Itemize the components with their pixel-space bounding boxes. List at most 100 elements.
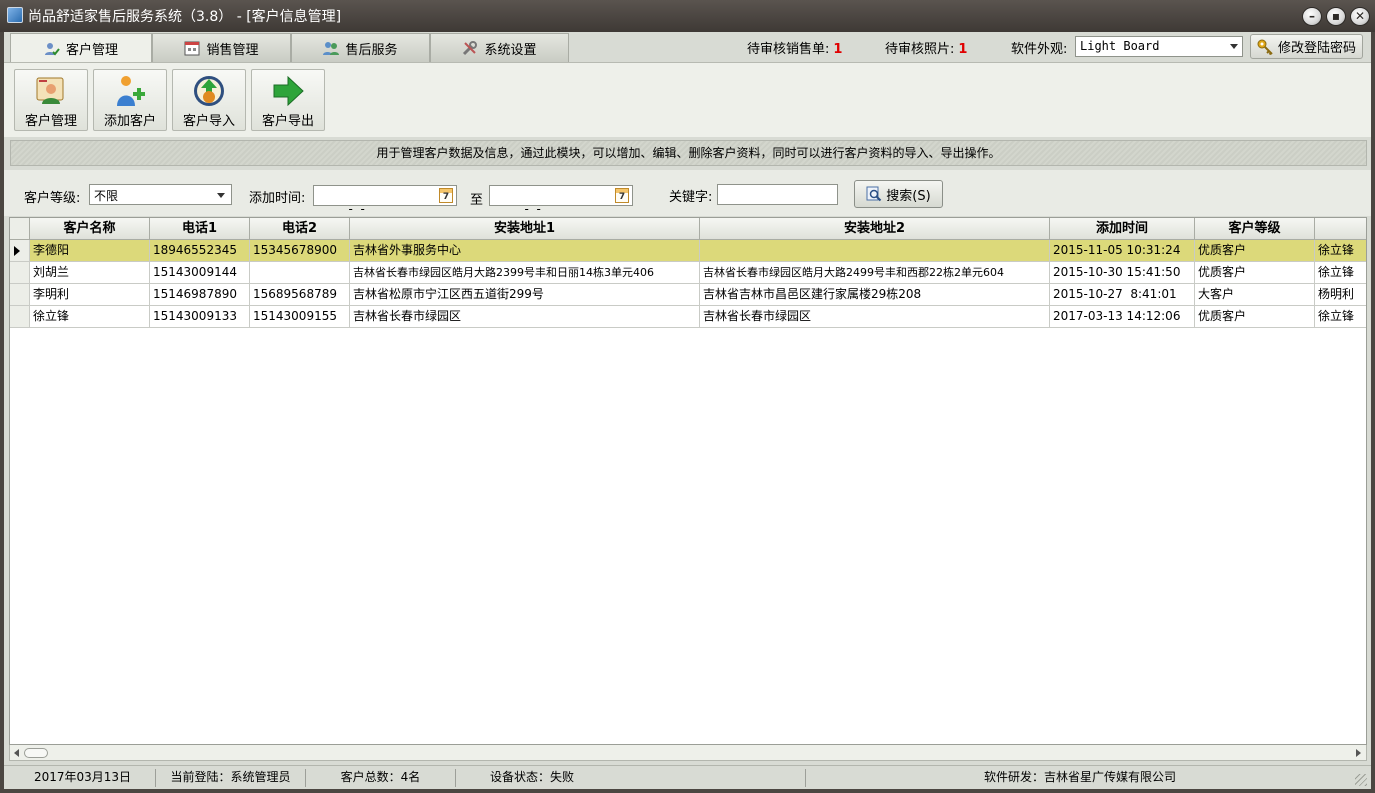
row-selector[interactable] bbox=[10, 284, 30, 306]
import-arrow-icon bbox=[194, 76, 224, 106]
row-selector[interactable] bbox=[10, 240, 30, 262]
customer-table[interactable]: 客户名称 电话1 电话2 安装地址1 安装地址2 添加时间 客户等级 导 李德阳… bbox=[9, 217, 1367, 745]
row-header-corner bbox=[10, 218, 30, 240]
skin-select[interactable]: Light Board bbox=[1075, 36, 1243, 57]
table-row[interactable]: 李德阳 18946552345 15345678900 吉林省外事服务中心 20… bbox=[10, 240, 1366, 262]
column-header-phone1[interactable]: 电话1 bbox=[150, 218, 250, 240]
cell-name[interactable]: 李明利 bbox=[30, 284, 150, 306]
maximize-button[interactable]: ▪ bbox=[1326, 7, 1346, 26]
cell-phone2[interactable] bbox=[250, 262, 350, 284]
cell-partial[interactable]: 徐立锋 bbox=[1315, 262, 1366, 284]
change-password-label: 修改登陆密码 bbox=[1278, 41, 1357, 56]
customer-export-button[interactable]: 客户导出 bbox=[251, 69, 325, 131]
search-button-label: 搜索(S) bbox=[886, 188, 931, 204]
cell-level[interactable]: 大客户 bbox=[1195, 284, 1315, 306]
tab-label: 销售管理 bbox=[206, 42, 259, 58]
scroll-right-arrow-icon[interactable] bbox=[1356, 749, 1361, 757]
cell-add-time[interactable]: 2015-11-05 10:31:24 bbox=[1050, 240, 1195, 262]
calendar-icon[interactable]: 7 bbox=[615, 188, 629, 203]
row-selector[interactable] bbox=[10, 262, 30, 284]
pending-sales-indicator[interactable]: 待审核销售单: 1 bbox=[747, 38, 842, 57]
table-row[interactable]: 李明利 15146987890 15689568789 吉林省松原市宁江区西五道… bbox=[10, 284, 1366, 306]
cell-address1[interactable]: 吉林省松原市宁江区西五道街299号 bbox=[350, 284, 700, 306]
row-selector[interactable] bbox=[10, 306, 30, 328]
cell-phone1[interactable]: 18946552345 bbox=[150, 240, 250, 262]
cell-address2[interactable]: 吉林省长春市绿园区皓月大路2499号丰和西郡22栋2单元604 bbox=[700, 262, 1050, 284]
search-panel: 客户等级: 不限 添加时间: - - 7 至 - - 7 关键字: 搜索(S) bbox=[4, 170, 1371, 216]
cell-address2[interactable] bbox=[700, 240, 1050, 262]
cell-name[interactable]: 刘胡兰 bbox=[30, 262, 150, 284]
cell-address1[interactable]: 吉林省外事服务中心 bbox=[350, 240, 700, 262]
cell-address2[interactable]: 吉林省吉林市昌邑区建行家属楼29栋208 bbox=[700, 284, 1050, 306]
cell-phone1[interactable]: 15143009133 bbox=[150, 306, 250, 328]
customer-card-icon bbox=[36, 77, 64, 104]
skin-label: 软件外观: bbox=[1011, 42, 1068, 57]
column-header-phone2[interactable]: 电话2 bbox=[250, 218, 350, 240]
column-header-address2[interactable]: 安装地址2 bbox=[700, 218, 1050, 240]
toolbar: 客户管理 添加客户 客户导入 客户导出 bbox=[4, 62, 1371, 137]
calendar-icon bbox=[184, 41, 200, 56]
cell-phone2[interactable]: 15143009155 bbox=[250, 306, 350, 328]
tab-after-sales[interactable]: 售后服务 bbox=[291, 33, 430, 62]
close-button[interactable]: ✕ bbox=[1350, 7, 1370, 26]
current-row-pointer-icon bbox=[14, 246, 20, 256]
tab-label: 系统设置 bbox=[484, 42, 537, 58]
date-from-field[interactable]: - - 7 bbox=[313, 185, 457, 216]
column-header-address1[interactable]: 安装地址1 bbox=[350, 218, 700, 240]
keyword-label: 关键字: bbox=[669, 190, 713, 205]
cell-phone1[interactable]: 15143009144 bbox=[150, 262, 250, 284]
pending-photos-count: 1 bbox=[958, 42, 968, 57]
minimize-button[interactable]: – bbox=[1302, 7, 1322, 26]
table-row[interactable]: 徐立锋 15143009133 15143009155 吉林省长春市绿园区 吉林… bbox=[10, 306, 1366, 328]
cell-partial[interactable]: 杨明利 bbox=[1315, 284, 1366, 306]
tab-sales-management[interactable]: 销售管理 bbox=[152, 33, 291, 62]
tab-system-settings[interactable]: 系统设置 bbox=[430, 33, 569, 62]
customer-level-select[interactable]: 不限 bbox=[89, 184, 232, 205]
cell-level[interactable]: 优质客户 bbox=[1195, 306, 1315, 328]
customer-management-button[interactable]: 客户管理 bbox=[14, 69, 88, 131]
horizontal-scrollbar[interactable] bbox=[9, 745, 1367, 761]
toolbar-button-label: 客户管理 bbox=[24, 114, 77, 129]
tab-label: 客户管理 bbox=[65, 43, 118, 58]
cell-level[interactable]: 优质客户 bbox=[1195, 262, 1315, 284]
column-header-add-time[interactable]: 添加时间 bbox=[1050, 218, 1195, 240]
cell-address1[interactable]: 吉林省长春市绿园区皓月大路2399号丰和日丽14栋3单元406 bbox=[350, 262, 700, 284]
cell-partial[interactable]: 徐立锋 bbox=[1315, 240, 1366, 262]
cell-add-time[interactable]: 2015-10-27 8:41:01 bbox=[1050, 284, 1195, 306]
customer-import-button[interactable]: 客户导入 bbox=[172, 69, 246, 131]
cell-name[interactable]: 李德阳 bbox=[30, 240, 150, 262]
add-user-icon bbox=[117, 76, 145, 106]
column-header-level[interactable]: 客户等级 bbox=[1195, 218, 1315, 240]
cell-address1[interactable]: 吉林省长春市绿园区 bbox=[350, 306, 700, 328]
cell-add-time[interactable]: 2017-03-13 14:12:06 bbox=[1050, 306, 1195, 328]
date-to-label: 至 bbox=[470, 193, 484, 208]
scroll-left-arrow-icon[interactable] bbox=[14, 749, 19, 757]
cell-name[interactable]: 徐立锋 bbox=[30, 306, 150, 328]
date-to-field[interactable]: - - 7 bbox=[489, 185, 633, 216]
service-users-icon bbox=[323, 42, 340, 55]
cell-address2[interactable]: 吉林省长春市绿园区 bbox=[700, 306, 1050, 328]
column-header-partial[interactable]: 导 bbox=[1315, 218, 1366, 240]
add-customer-button[interactable]: 添加客户 bbox=[93, 69, 167, 131]
resize-grip-icon[interactable] bbox=[1355, 774, 1367, 786]
scrollbar-thumb[interactable] bbox=[24, 748, 48, 758]
cell-partial[interactable]: 徐立锋 bbox=[1315, 306, 1366, 328]
tools-icon bbox=[463, 41, 478, 56]
cell-phone2[interactable]: 15345678900 bbox=[250, 240, 350, 262]
title-bar: 尚品舒适家售后服务系统（3.8） - [客户信息管理] – ▪ ✕ bbox=[0, 0, 1375, 32]
table-row[interactable]: 刘胡兰 15143009144 吉林省长春市绿园区皓月大路2399号丰和日丽14… bbox=[10, 262, 1366, 284]
search-button[interactable]: 搜索(S) bbox=[854, 180, 943, 208]
tab-customer-management[interactable]: 客户管理 bbox=[10, 33, 152, 63]
keyword-input[interactable] bbox=[717, 184, 838, 205]
cell-level[interactable]: 优质客户 bbox=[1195, 240, 1315, 262]
table-header: 客户名称 电话1 电话2 安装地址1 安装地址2 添加时间 客户等级 导 bbox=[10, 218, 1366, 240]
column-header-name[interactable]: 客户名称 bbox=[30, 218, 150, 240]
calendar-icon[interactable]: 7 bbox=[439, 188, 453, 203]
cell-add-time[interactable]: 2015-10-30 15:41:50 bbox=[1050, 262, 1195, 284]
pending-photos-label: 待审核照片: bbox=[885, 42, 955, 57]
pending-photos-indicator[interactable]: 待审核照片: 1 bbox=[885, 38, 967, 57]
change-password-button[interactable]: 修改登陆密码 bbox=[1250, 34, 1363, 59]
chevron-down-icon bbox=[1230, 44, 1238, 49]
cell-phone1[interactable]: 15146987890 bbox=[150, 284, 250, 306]
cell-phone2[interactable]: 15689568789 bbox=[250, 284, 350, 306]
